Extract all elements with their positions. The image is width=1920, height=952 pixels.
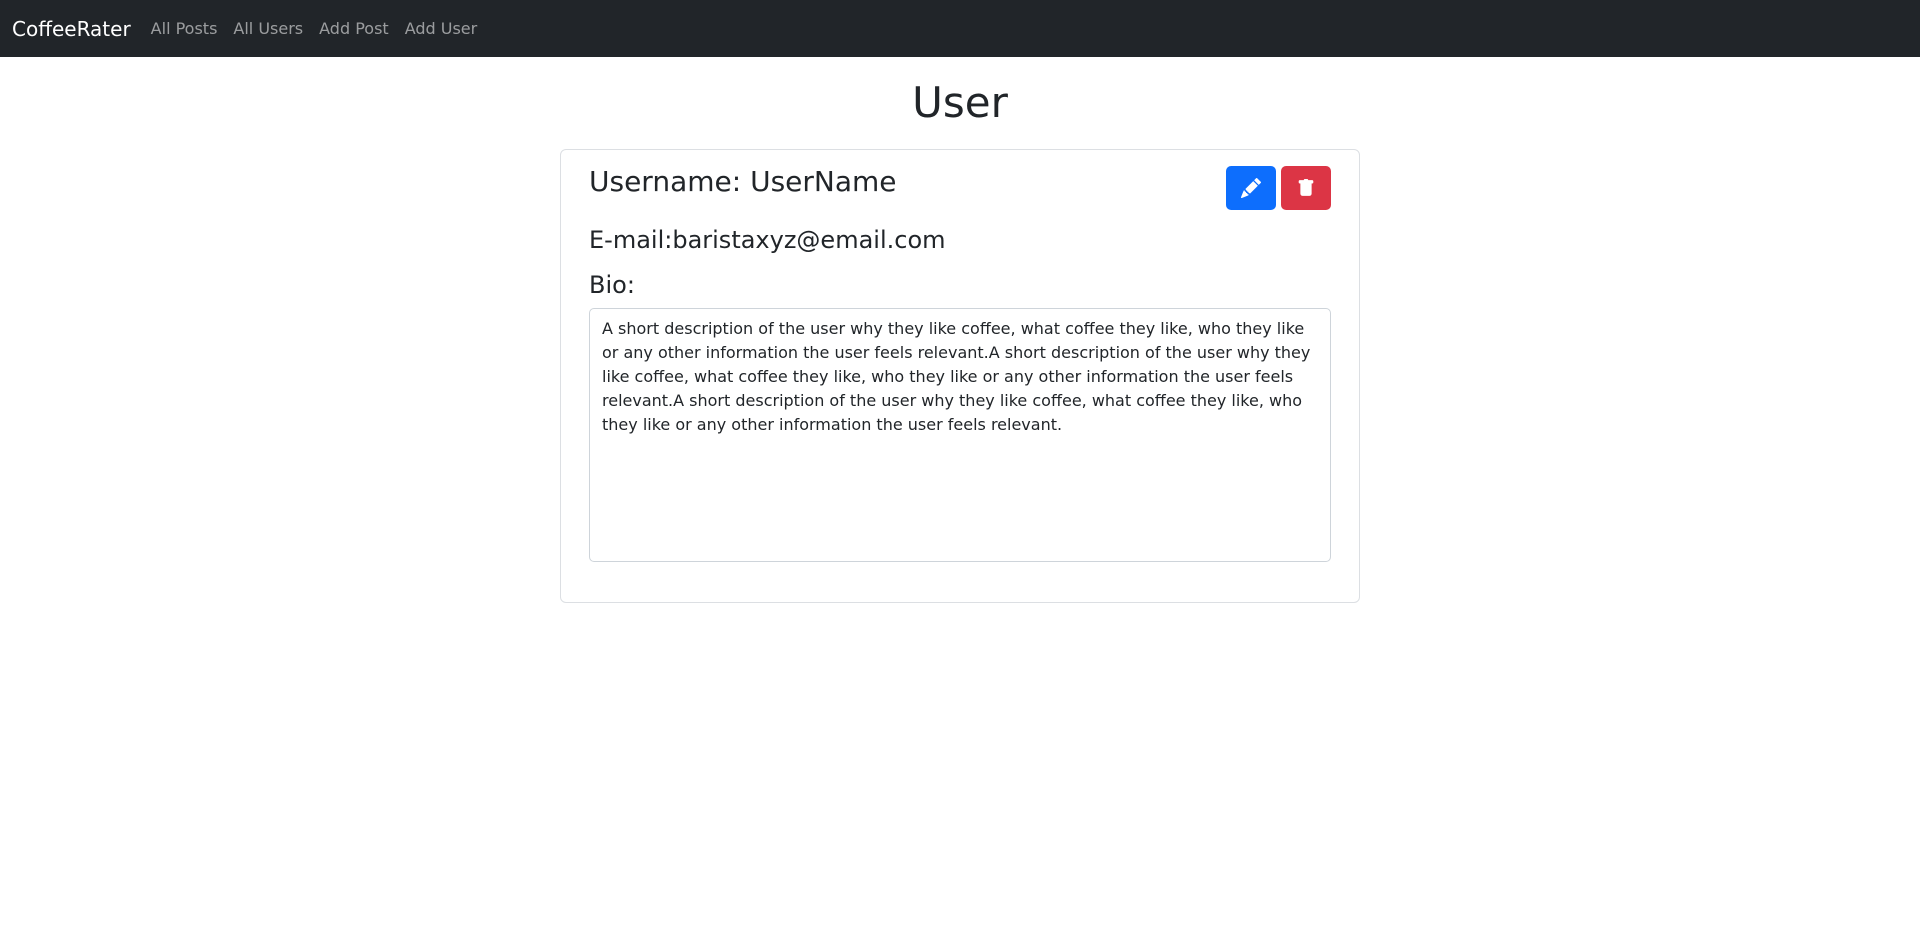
- nav-all-users[interactable]: All Users: [225, 19, 311, 38]
- nav-add-post[interactable]: Add Post: [311, 19, 397, 38]
- email-heading: E-mail:baristaxyz@email.com: [589, 226, 946, 254]
- delete-button[interactable]: [1281, 166, 1331, 210]
- brand-link[interactable]: CoffeeRater: [12, 17, 131, 41]
- username-heading: Username: UserName: [589, 165, 897, 198]
- pencil-icon: [1241, 178, 1261, 198]
- action-buttons: [1226, 166, 1331, 210]
- nav-add-user[interactable]: Add User: [397, 19, 486, 38]
- top-navbar: CoffeeRater All Posts All Users Add Post…: [0, 0, 1920, 57]
- user-card: Username: UserName E-mail:baristaxyz@ema…: [560, 149, 1360, 603]
- nav-all-posts[interactable]: All Posts: [143, 19, 226, 38]
- user-card-header: Username: UserName: [589, 164, 1331, 210]
- bio-label: Bio:: [589, 271, 635, 299]
- page-title: User: [912, 78, 1008, 127]
- trash-icon: [1298, 179, 1314, 196]
- bio-textarea[interactable]: A short description of the user why they…: [589, 308, 1331, 562]
- edit-button[interactable]: [1226, 166, 1276, 210]
